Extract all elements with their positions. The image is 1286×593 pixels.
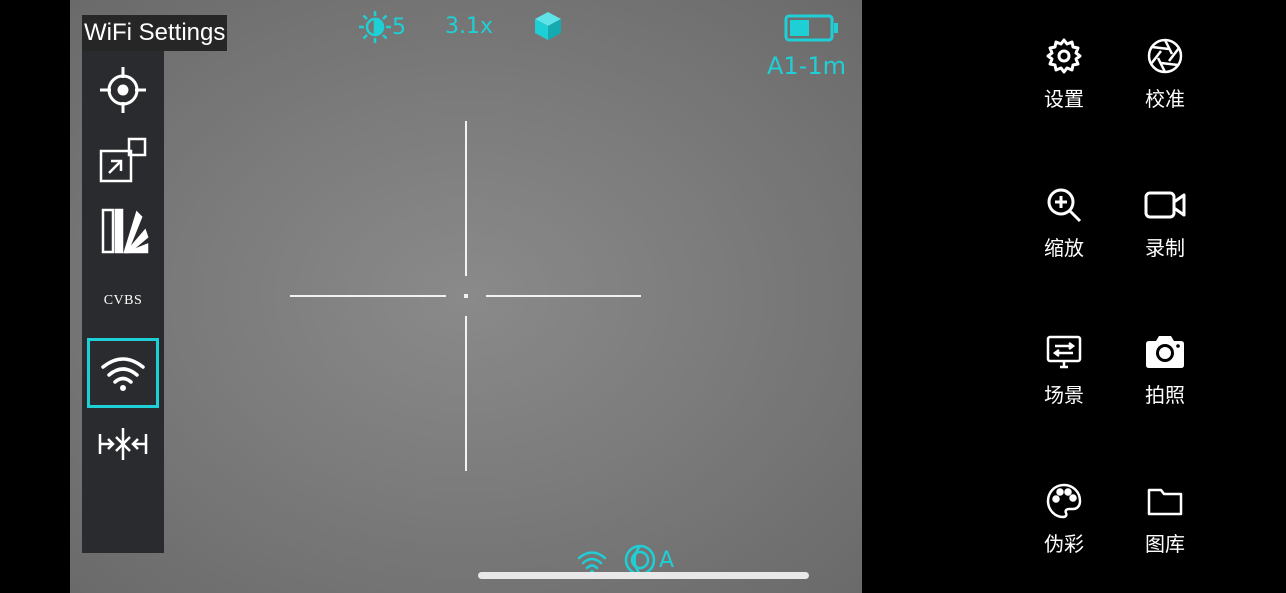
control-panel: 设置 校准 缩放 录制 场景 拍照 伪彩 图库 [862, 0, 1286, 593]
menu-item-wifi[interactable] [87, 338, 159, 408]
distance-icon [98, 428, 148, 460]
record-label: 录制 [1145, 236, 1185, 260]
video-camera-icon [1144, 191, 1186, 219]
enhance-icon [101, 208, 149, 254]
palette-icon [1046, 483, 1082, 519]
brightness-indicator: 5 [358, 10, 406, 44]
battery-icon [784, 14, 838, 42]
thermal-viewport[interactable]: WiFi Settings CVBS 5 3.1x A1-1m A [70, 0, 862, 593]
zoom-in-icon [1047, 188, 1082, 223]
photo-button[interactable]: 拍照 [1125, 333, 1205, 423]
pseudo-color-label: 伪彩 [1044, 532, 1084, 556]
gallery-label: 图库 [1145, 532, 1185, 556]
crosshair-reticle [290, 121, 641, 471]
folder-icon [1147, 488, 1183, 516]
zoom-value: 3.1x [445, 14, 494, 39]
brightness-icon [359, 11, 391, 43]
auto-mode-letter: A [659, 547, 675, 573]
battery-indicator [784, 14, 840, 46]
zoom-label: 缩放 [1044, 236, 1084, 260]
brightness-value: 5 [392, 14, 406, 40]
record-button[interactable]: 录制 [1125, 186, 1205, 276]
calibrate-button[interactable]: 校准 [1125, 37, 1205, 127]
scene-button[interactable]: 场景 [1024, 333, 1104, 423]
wifi-icon [101, 357, 145, 391]
menu-item-image-enhance[interactable] [87, 196, 159, 266]
aperture-icon [1147, 38, 1183, 74]
zoom-button[interactable]: 缩放 [1024, 186, 1104, 276]
home-indicator[interactable] [478, 572, 809, 579]
gallery-button[interactable]: 图库 [1125, 482, 1205, 572]
pip-icon [99, 137, 147, 183]
menu-item-reticle[interactable] [87, 55, 159, 125]
gear-icon [1046, 38, 1082, 74]
crosshair-icon [100, 67, 146, 113]
calibrate-label: 校准 [1145, 87, 1185, 111]
camera-icon [1146, 336, 1184, 368]
scene-icon [1046, 335, 1082, 369]
settings-label: 设置 [1044, 87, 1084, 111]
photo-label: 拍照 [1145, 383, 1185, 407]
menu-item-distance[interactable] [87, 409, 159, 479]
menu-item-picture-in-picture[interactable] [87, 126, 159, 196]
pseudo-color-button[interactable]: 伪彩 [1024, 482, 1104, 572]
cube-indicator [532, 10, 564, 46]
cvbs-label: CVBS [103, 293, 143, 308]
settings-button[interactable]: 设置 [1024, 37, 1104, 127]
scene-label: 场景 [1044, 383, 1084, 407]
menu-item-cvbs[interactable]: CVBS [87, 266, 159, 336]
top-status-bar: 5 3.1x [70, 8, 862, 48]
side-menu: CVBS [82, 51, 164, 553]
profile-label: A1-1m [767, 52, 846, 80]
cube-icon [535, 12, 561, 40]
left-black-margin [0, 0, 70, 593]
